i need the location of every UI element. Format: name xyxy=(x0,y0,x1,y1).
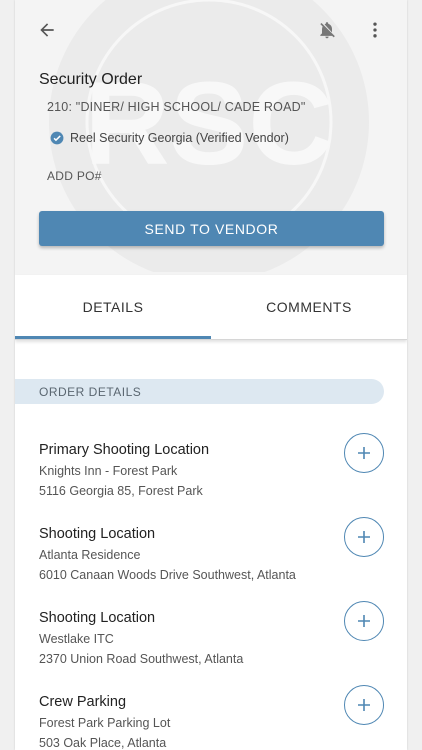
notifications-off-button[interactable] xyxy=(309,12,345,48)
location-type: Crew Parking xyxy=(39,694,127,710)
plus-icon xyxy=(358,699,370,711)
location-type: Shooting Location xyxy=(39,610,156,626)
app-screen: RSC Security Order 210: "DINER/ HIGH SCH… xyxy=(15,0,407,750)
location-item: Shooting Location Westlake ITC 2370 Unio… xyxy=(15,601,407,694)
tab-bar: DETAILS COMMENTS xyxy=(15,275,407,340)
location-place: Forest Park Parking Lot xyxy=(39,716,171,730)
location-item: Crew Parking Forest Park Parking Lot 503… xyxy=(15,685,407,750)
add-location-button[interactable] xyxy=(344,601,384,641)
location-type: Shooting Location xyxy=(39,526,156,542)
vendor-row: Reel Security Georgia (Verified Vendor) xyxy=(50,131,289,145)
add-location-button[interactable] xyxy=(344,685,384,725)
more-options-button[interactable] xyxy=(357,12,393,48)
add-location-button[interactable] xyxy=(344,517,384,557)
add-po-link[interactable]: ADD PO# xyxy=(47,169,102,183)
location-address: 5116 Georgia 85, Forest Park xyxy=(39,484,203,498)
location-item: Primary Shooting Location Knights Inn - … xyxy=(15,433,407,526)
plus-icon xyxy=(358,531,370,543)
location-address: 503 Oak Place, Atlanta xyxy=(39,736,167,750)
location-place: Atlanta Residence xyxy=(39,548,141,562)
vendor-name: Reel Security Georgia (Verified Vendor) xyxy=(70,131,289,145)
plus-icon xyxy=(358,447,370,459)
send-to-vendor-button[interactable]: SEND TO VENDOR xyxy=(39,211,384,246)
order-details-section-header: ORDER DETAILS xyxy=(15,379,384,404)
order-subtitle: 210: "DINER/ HIGH SCHOOL/ CADE ROAD" xyxy=(47,100,306,114)
location-place: Knights Inn - Forest Park xyxy=(39,464,178,478)
location-address: 6010 Canaan Woods Drive Southwest, Atlan… xyxy=(39,568,296,582)
location-type: Primary Shooting Location xyxy=(39,442,210,458)
location-place: Westlake ITC xyxy=(39,632,114,646)
check-circle-icon xyxy=(50,131,64,145)
more-vertical-icon xyxy=(373,22,377,38)
page-title: Security Order xyxy=(39,71,143,88)
plus-icon xyxy=(358,615,370,627)
tab-comments[interactable]: COMMENTS xyxy=(211,275,407,339)
bell-off-icon xyxy=(320,22,335,39)
tab-details[interactable]: DETAILS xyxy=(15,275,211,339)
order-header: RSC Security Order 210: "DINER/ HIGH SCH… xyxy=(15,0,407,275)
back-button[interactable] xyxy=(29,12,65,48)
location-item: Shooting Location Atlanta Residence 6010… xyxy=(15,517,407,610)
arrow-back-icon xyxy=(40,23,54,37)
location-address: 2370 Union Road Southwest, Atlanta xyxy=(39,652,244,666)
add-location-button[interactable] xyxy=(344,433,384,473)
